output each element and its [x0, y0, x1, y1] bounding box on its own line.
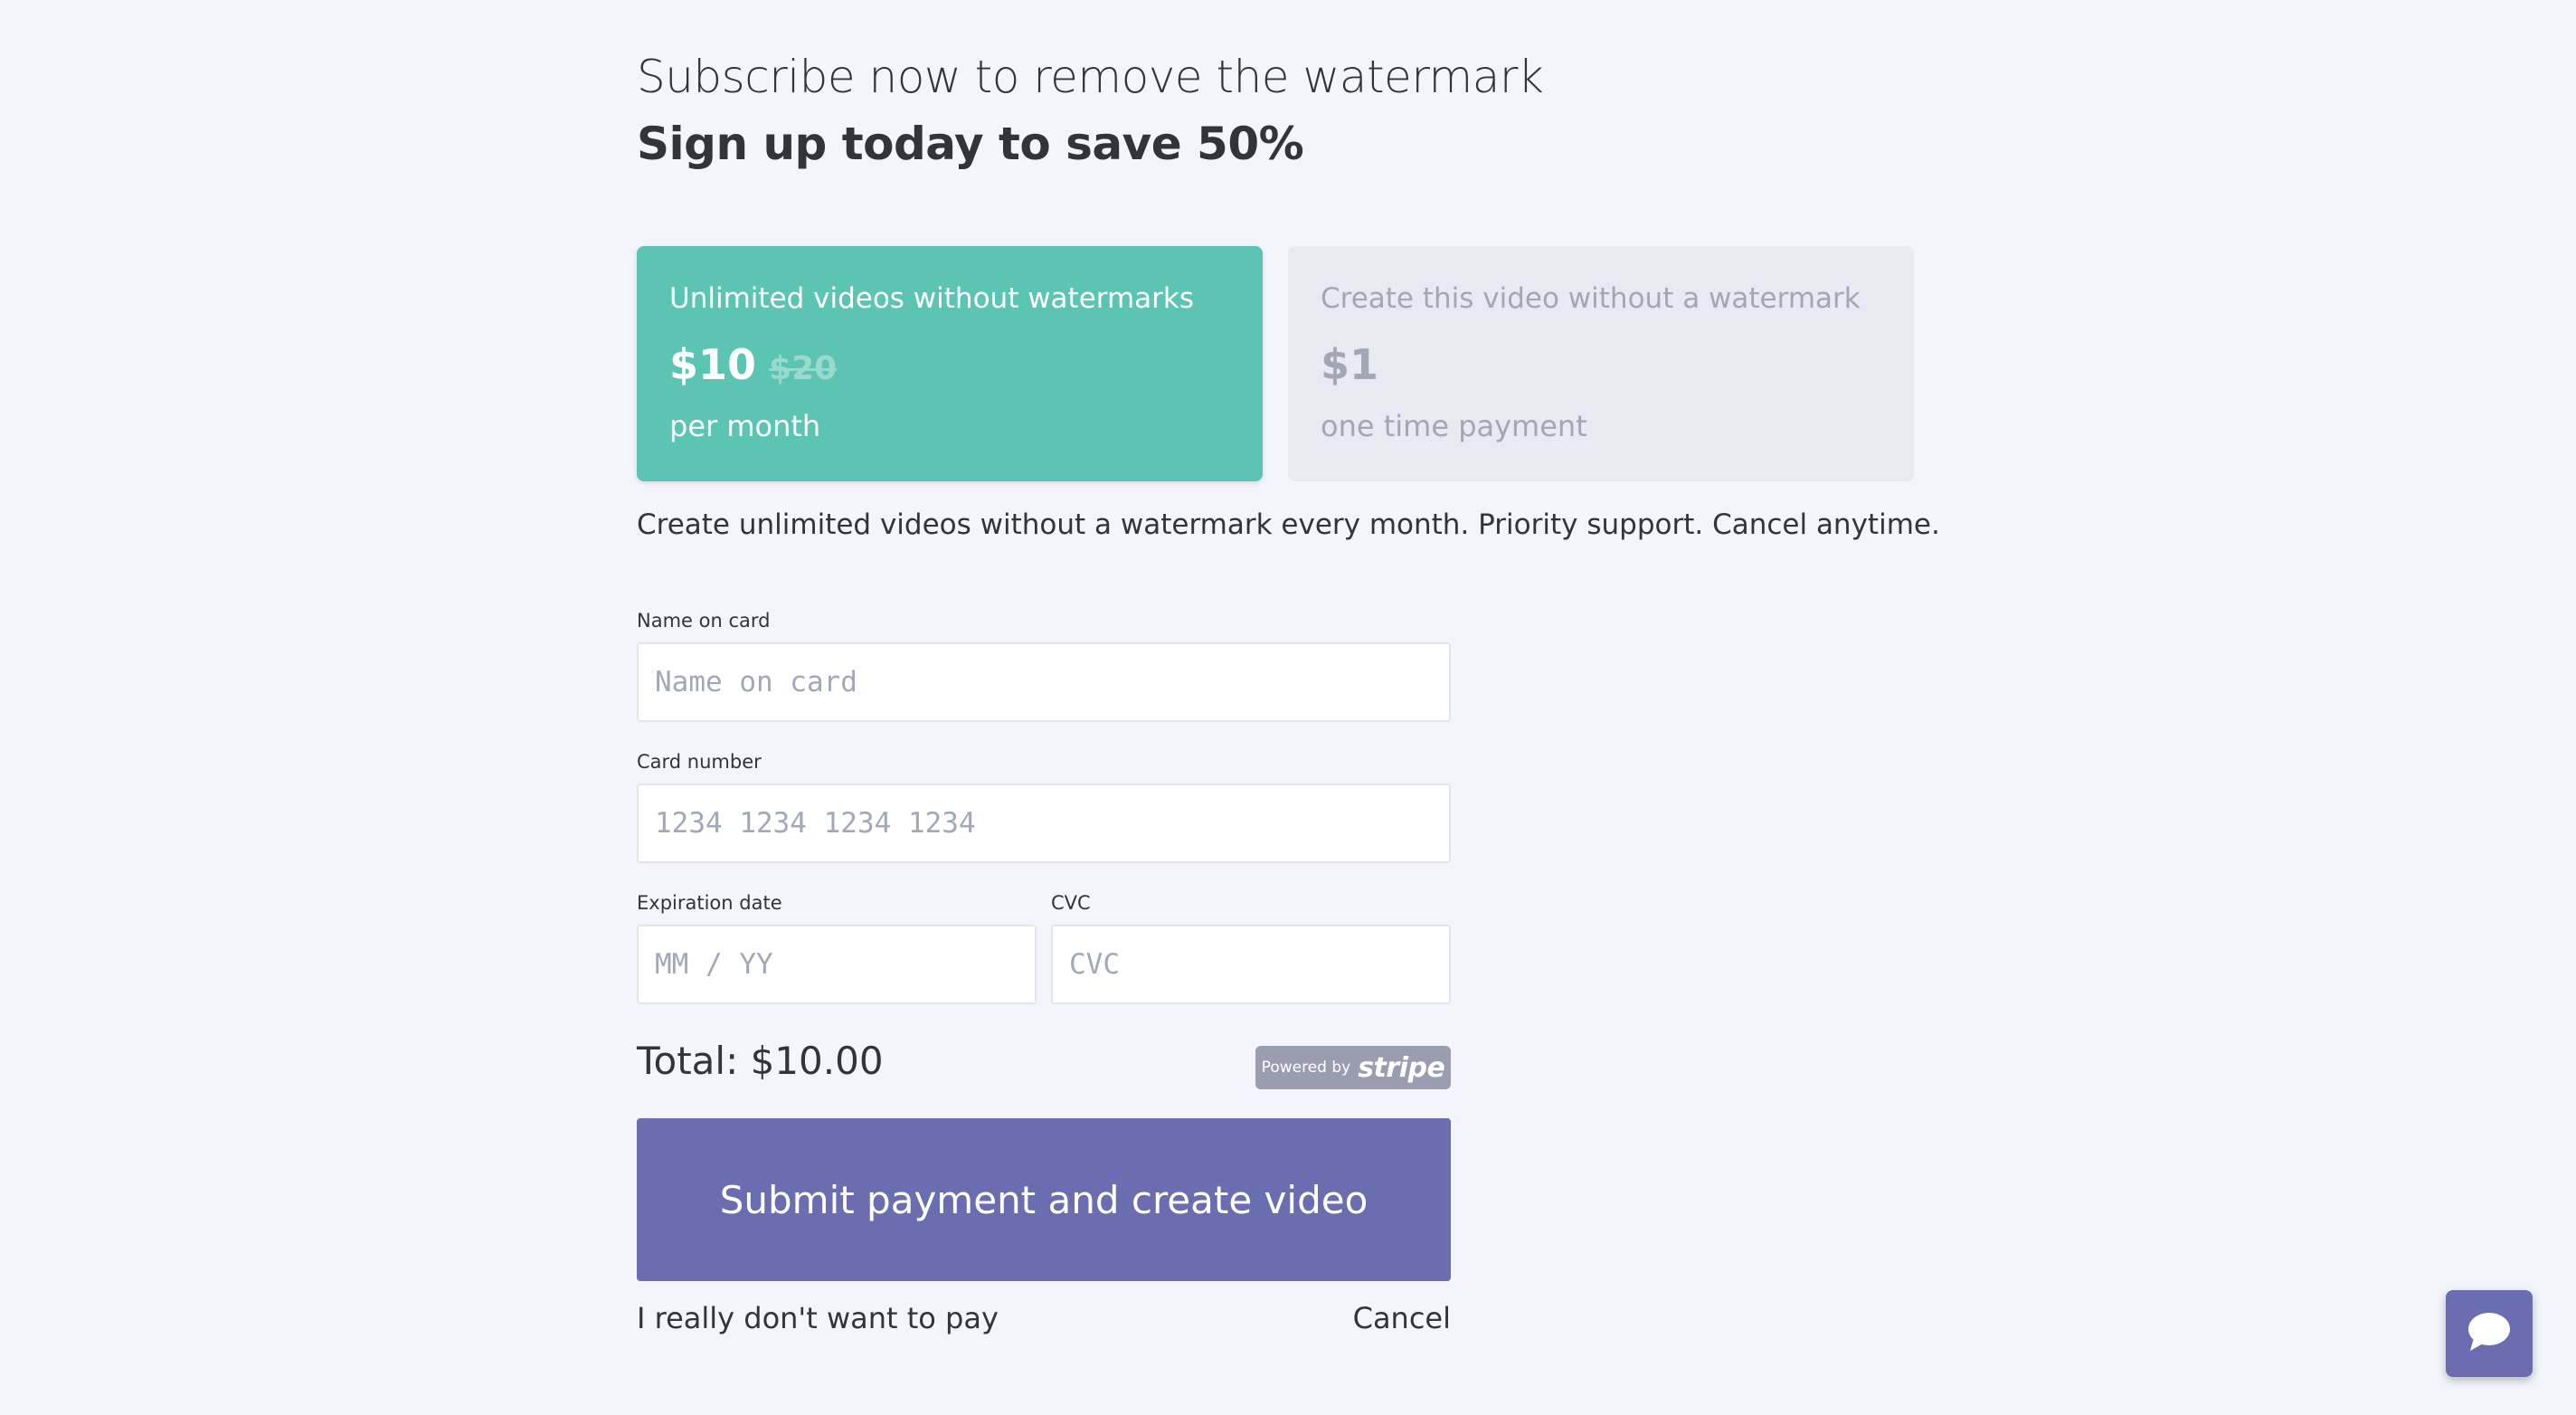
- cvc-input[interactable]: [1051, 925, 1451, 1004]
- card-number-label: Card number: [637, 751, 762, 773]
- plan-title: Create this video without a watermark: [1321, 282, 1861, 315]
- plan-price: $1: [1321, 340, 1379, 389]
- cvc-label: CVC: [1051, 892, 1091, 914]
- plan-price-row: $10 $20: [669, 340, 837, 389]
- plan-price: $10: [669, 340, 757, 389]
- plan-card-single-video[interactable]: Create this video without a watermark $1…: [1288, 246, 1914, 481]
- stripe-powered-by-text: Powered by: [1261, 1059, 1351, 1077]
- plan-period: per month: [669, 409, 821, 443]
- plan-description: Create unlimited videos without a waterm…: [637, 508, 1940, 541]
- cancel-link[interactable]: Cancel: [1353, 1301, 1451, 1335]
- name-on-card-input[interactable]: [637, 642, 1451, 722]
- card-number-input[interactable]: [637, 783, 1451, 863]
- chat-bubble-icon: [2467, 1311, 2512, 1356]
- expiration-date-input[interactable]: [637, 925, 1037, 1004]
- chat-button[interactable]: [2446, 1290, 2533, 1377]
- plan-old-price: $20: [769, 350, 838, 387]
- stripe-logo: stripe: [1358, 1051, 1445, 1084]
- name-on-card-label: Name on card: [637, 610, 771, 632]
- order-total: Total: $10.00: [637, 1039, 884, 1083]
- plan-period: one time payment: [1321, 409, 1587, 443]
- expiration-date-label: Expiration date: [637, 892, 782, 914]
- page-headline: Subscribe now to remove the watermark: [637, 51, 1544, 103]
- submit-payment-button[interactable]: Submit payment and create video: [637, 1118, 1451, 1281]
- plan-card-unlimited[interactable]: Unlimited videos without watermarks $10 $…: [637, 246, 1263, 481]
- powered-by-stripe-badge[interactable]: Powered by stripe: [1255, 1046, 1451, 1089]
- page-subheadline: Sign up today to save 50%: [637, 118, 1304, 170]
- decline-payment-link[interactable]: I really don't want to pay: [637, 1301, 999, 1335]
- plan-title: Unlimited videos without watermarks: [669, 282, 1195, 315]
